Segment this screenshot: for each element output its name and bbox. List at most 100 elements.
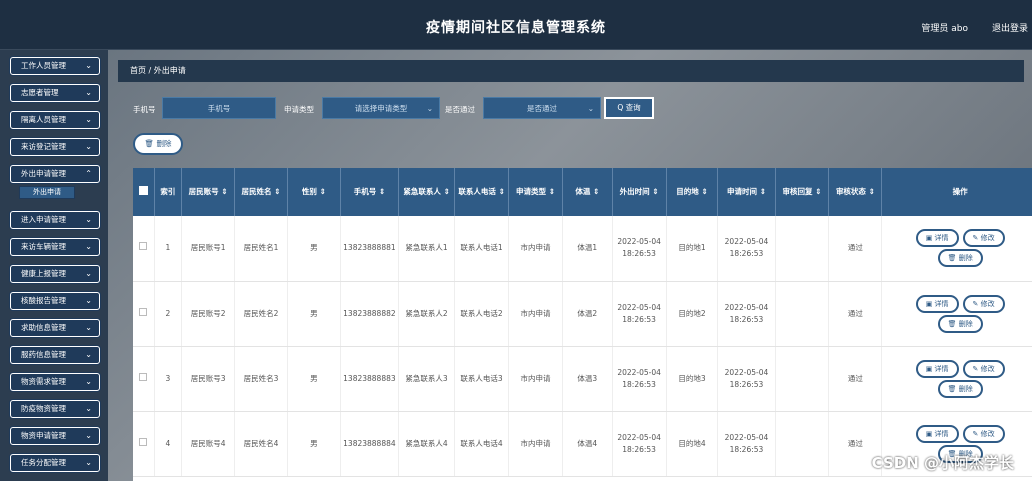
edit-button[interactable]: ✎ 修改 [962,229,1005,248]
col-temp[interactable]: 体温 ⇕ [562,168,613,216]
chevron-down-icon: ⌄ [85,115,92,124]
phone-input[interactable]: 手机号 [162,97,276,119]
search-button[interactable]: Q 查询 [604,97,654,119]
sidebar-item-outing[interactable]: 外出申请管理 ⌃ [10,165,100,183]
row-checkbox[interactable] [133,216,155,282]
cell-sex: 男 [287,411,341,477]
chevron-down-icon: ⌄ [85,296,92,305]
cell-out-time: 2022-05-04 18:26:53 [612,346,667,412]
col-reply[interactable]: 审核回复 ⇕ [775,168,830,216]
sidebar-item-vehicle[interactable]: 来访车辆管理 ⌄ [10,238,100,256]
pass-filter-label: 是否通过 [445,105,475,114]
row-checkbox[interactable] [133,346,155,412]
sidebar-item-isolation[interactable]: 隔离人员管理 ⌄ [10,111,100,129]
main-content: 首页 / 外出申请 手机号 手机号 申请类型 请选择申请类型 ⌄ 是否通过 是否通… [108,50,1032,481]
cell-dest: 目的地1 [666,216,719,282]
detail-button[interactable]: ▣ 详情 [915,424,959,443]
cell-type: 市内申请 [508,216,563,282]
sidebar-item-nucleic[interactable]: 核酸报告管理 ⌄ [10,292,100,310]
cell-phone: 13823888882 [340,281,400,347]
cell-actions: ▣ 详情 ✎ 修改 🗑 删除 [881,346,1032,412]
chevron-down-icon: ⌄ [85,269,92,278]
cell-phone: 13823888884 [340,411,400,477]
chevron-down-icon: ⌄ [85,377,92,386]
sidebar-item-help[interactable]: 求助信息管理 ⌄ [10,319,100,337]
logout-link[interactable]: 退出登录 [992,21,1028,34]
phone-filter-label: 手机号 [133,105,156,114]
chevron-down-icon: ⌄ [85,323,92,332]
chevron-down-icon: ⌄ [85,404,92,413]
col-account[interactable]: 居民账号 ⇕ [181,168,236,216]
sidebar-item-staff[interactable]: 工作人员管理 ⌄ [10,57,100,75]
sidebar-item-health[interactable]: 健康上报管理 ⌄ [10,265,100,283]
delete-button[interactable]: 🗑 删除 [937,379,983,398]
data-table: 索引 居民账号 ⇕ 居民姓名 ⇕ 性别 ⇕ 手机号 ⇕ 紧急联系人 ⇕ 联系人电… [133,168,1032,481]
delete-button[interactable]: 🗑 删除 [937,314,983,333]
cell-out-time: 2022-05-04 18:26:53 [612,411,667,477]
cell-contact-phone: 联系人电话3 [454,346,509,412]
bulk-delete-button[interactable]: 🗑 删除 [133,133,183,155]
cell-idx: 2 [154,281,183,347]
delete-button[interactable]: 🗑 删除 [937,249,983,268]
detail-button[interactable]: ▣ 详情 [915,294,959,313]
sidebar-item-label: 防疫物资管理 [21,404,66,413]
type-select[interactable]: 请选择申请类型 ⌄ [322,97,440,119]
cell-type: 市内申请 [508,281,563,347]
cell-status: 通过 [828,216,883,282]
table-row: 2 居民账号2 居民姓名2 男 13823888882 紧急联系人2 联系人电话2 市内申请体… [133,281,1032,347]
detail-button[interactable]: ▣ 详情 [915,229,959,248]
col-dest[interactable]: 目的地 ⇕ [666,168,719,216]
cell-dest: 目的地3 [666,346,719,412]
col-apply-time[interactable]: 申请时间 ⇕ [717,168,776,216]
cell-out-time: 2022-05-04 18:26:53 [612,281,667,347]
cell-reply [775,411,830,477]
sidebar-item-volunteer[interactable]: 志愿者管理 ⌄ [10,84,100,102]
edit-button[interactable]: ✎ 修改 [962,424,1005,443]
edit-button[interactable]: ✎ 修改 [962,294,1005,313]
cell-account: 居民账号2 [181,281,236,347]
cell-status: 通过 [828,281,883,347]
detail-button[interactable]: ▣ 详情 [915,359,959,378]
chevron-down-icon: ⌄ [85,458,92,467]
sidebar-item-label: 健康上报管理 [21,269,66,278]
cell-actions: ▣ 详情 ✎ 修改 🗑 删除 [881,216,1032,282]
sidebar-item-entry[interactable]: 进入申请管理 ⌄ [10,211,100,229]
col-type[interactable]: 申请类型 ⇕ [508,168,563,216]
sidebar-item-label: 隔离人员管理 [21,115,66,124]
row-checkbox[interactable] [133,281,155,347]
chevron-down-icon: ⌄ [587,104,594,113]
col-phone[interactable]: 手机号 ⇕ [340,168,400,216]
sidebar-item-task[interactable]: 任务分配管理 ⌄ [10,454,100,472]
col-sex[interactable]: 性别 ⇕ [287,168,341,216]
sidebar-item-supply-apply[interactable]: 物资申请管理 ⌄ [10,427,100,445]
row-checkbox[interactable] [133,411,155,477]
sidebar-item-label: 求助信息管理 [21,323,66,332]
pass-select[interactable]: 是否通过 ⌄ [483,97,601,119]
cell-apply-time: 2022-05-04 18:26:53 [717,216,776,282]
sidebar-item-supply[interactable]: 防疫物资管理 ⌄ [10,400,100,418]
col-status[interactable]: 审核状态 ⇕ [828,168,883,216]
cell-idx: 3 [154,346,183,412]
edit-button[interactable]: ✎ 修改 [962,359,1005,378]
chevron-down-icon: ⌄ [85,350,92,359]
col-out-time[interactable]: 外出时间 ⇕ [612,168,667,216]
top-bar: 疫情期间社区信息管理系统 管理员 abo 退出登录 [0,0,1032,50]
select-all-checkbox[interactable] [133,168,155,216]
sidebar-item-visit[interactable]: 来访登记管理 ⌄ [10,138,100,156]
cell-temp: 体温4 [562,411,613,477]
col-contact-phone[interactable]: 联系人电话 ⇕ [454,168,509,216]
chevron-down-icon: ⌄ [85,61,92,70]
sidebar-item-supply-need[interactable]: 物资需求管理 ⌄ [10,373,100,391]
col-name[interactable]: 居民姓名 ⇕ [234,168,288,216]
sidebar-item-label: 服药信息管理 [21,350,66,359]
table-row: 1 居民账号1 居民姓名1 男 13823888881 紧急联系人1 联系人电话1 市内申请体… [133,216,1032,282]
cell-type: 市内申请 [508,346,563,412]
cell-reply [775,281,830,347]
sidebar-subitem-outing[interactable]: 外出申请 [19,186,75,199]
sidebar-item-medicine[interactable]: 服药信息管理 ⌄ [10,346,100,364]
current-user: 管理员 abo [921,24,968,34]
type-select-value: 请选择申请类型 [354,104,408,113]
chevron-up-icon: ⌃ [85,169,92,178]
col-contact[interactable]: 紧急联系人 ⇕ [398,168,456,216]
cell-apply-time: 2022-05-04 18:26:53 [717,281,776,347]
